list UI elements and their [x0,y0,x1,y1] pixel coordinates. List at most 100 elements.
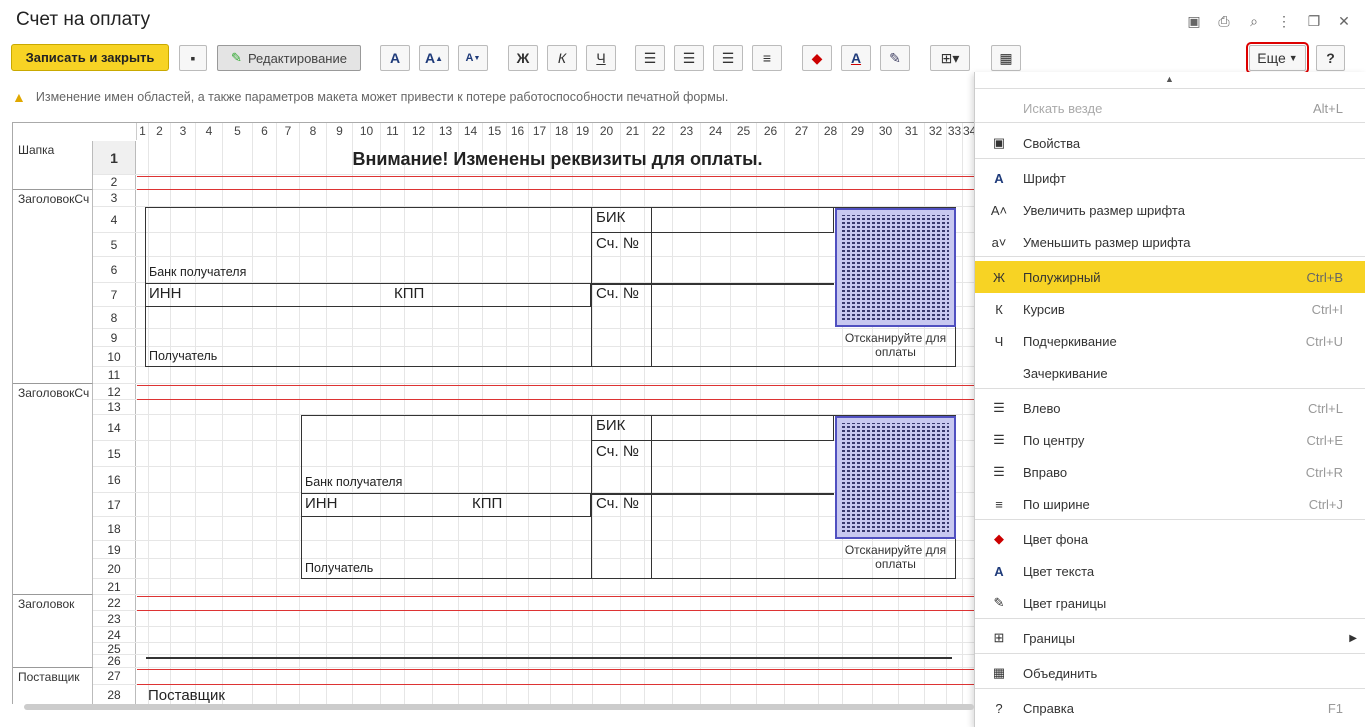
area-label: Заголовок [13,595,93,668]
align-right-icon: ☰ [993,464,1005,479]
inn-row [301,493,591,517]
menu-item-label: По центру [1023,432,1085,448]
bik-row [591,415,834,441]
italic-button[interactable]: К [547,45,577,71]
merge-icon: ▦ [992,665,1006,680]
align-center-icon: ☰ [993,432,1005,447]
menu-item[interactable]: К Курсив Ctrl+I [975,293,1365,325]
merge-button[interactable]: ▦ [991,45,1021,71]
menu-item-label: Курсив [1023,301,1065,317]
align-right-button[interactable]: ☰ [713,45,743,71]
save-window-icon[interactable]: ▣ [1185,12,1203,30]
column-header: 15 [483,123,507,140]
underline-icon: Ч [994,333,1004,349]
more-vertical-icon[interactable]: ⋮ [1275,12,1293,30]
column-header: 13 [433,123,459,140]
menu-item[interactable]: Зачеркивание [975,357,1365,389]
row-header: 16 [93,467,136,493]
row-header: 5 [93,233,136,257]
menu-item[interactable]: A Цвет текста [975,555,1365,587]
qr-code [835,208,956,327]
column-header: 16 [507,123,529,140]
help-button[interactable]: ? [1316,45,1345,71]
background-color-button[interactable]: ◆ [802,45,832,71]
menu-item-label: Подчеркивание [1023,333,1117,349]
row-header: 14 [93,415,136,441]
column-header: 12 [405,123,433,140]
save-button[interactable]: ▪ [179,45,207,71]
menu-item[interactable]: Ж Полужирный Ctrl+B [975,261,1365,293]
row-header: 2 [93,175,136,190]
bold-button[interactable]: Ж [508,45,538,71]
grid-line [13,383,974,384]
align-justify-button[interactable]: ≡ [752,45,782,71]
chevron-right-icon: ▶ [1349,632,1357,644]
scroll-up-icon[interactable]: ▲ [1165,74,1174,84]
menu-item[interactable]: ▦ Объединить [975,657,1365,689]
menu-item[interactable]: Ч Подчеркивание Ctrl+U [975,325,1365,357]
border-color-button[interactable]: ✎ [880,45,910,71]
menu-item[interactable]: ⊞ Границы ▶ [975,622,1365,654]
column-header: 25 [731,123,757,140]
borders-icon: ⊞ [993,630,1005,645]
preview-icon[interactable]: ⌕ [1245,12,1263,30]
menu-item-label: Границы [1023,630,1075,646]
borders-button[interactable]: ⊞▾ [930,45,970,71]
help-icon: ? [995,700,1003,716]
align-left-icon: ☰ [993,400,1005,415]
menu-item[interactable]: ▣ Свойства [975,127,1365,159]
menu-item[interactable]: Искать везде Alt+L [975,92,1365,124]
font-increase-icon: A˄ [990,202,1008,218]
row-header: 19 [93,541,136,559]
align-center-button[interactable]: ☰ [674,45,704,71]
close-icon[interactable]: ✕ [1335,12,1353,30]
font-icon: A [994,170,1004,186]
column-header: 24 [701,123,731,140]
menu-item[interactable]: A˄ Увеличить размер шрифта [975,194,1365,226]
recipient-label: Получатель [305,561,374,575]
font-decrease-button[interactable]: A ▼ [458,45,488,71]
section-divider [137,684,974,685]
account-label: Сч. № [596,235,639,252]
column-header: 17 [529,123,551,140]
menu-item[interactable]: ☰ Вправо Ctrl+R [975,456,1365,488]
menu-item[interactable]: A Шрифт [975,162,1365,194]
menu-item[interactable]: ☰ Влево Ctrl+L [975,392,1365,424]
menu-item[interactable]: ◆ Цвет фона [975,523,1365,555]
column-header: 11 [381,123,405,140]
column-header: 34 [963,123,974,140]
text-color-button[interactable]: A [841,45,871,71]
edit-mode-button[interactable]: ✎ Редактирование [217,45,361,71]
menu-item-label: Уменьшить размер шрифта [1023,234,1191,250]
supplier-label: Поставщик [148,687,225,704]
maximize-icon[interactable]: ❐ [1305,12,1323,30]
more-button[interactable]: Еще ▼ [1246,42,1309,74]
menu-item[interactable]: ☰ По центру Ctrl+E [975,424,1365,456]
row-header: 15 [93,441,136,467]
menu-item-label: По ширине [1023,496,1090,512]
warning-icon: ▲ [12,89,26,105]
print-icon[interactable]: ⎙ [1215,12,1233,30]
font-button[interactable]: A [380,45,410,71]
menu-item-shortcut: Ctrl+J [1308,496,1343,512]
spreadsheet[interactable]: 1 2 3 4 5 6 7 8 9 10 11 12 13 14 15 16 17 18 19 20 21 22 23 24 2… [12,122,974,704]
menu-item[interactable]: ≡ По ширине Ctrl+J [975,488,1365,520]
horizontal-scrollbar[interactable] [24,704,974,710]
menu-item-shortcut: Ctrl+E [1306,432,1343,448]
edit-icon: ✎ [231,50,242,65]
menu-item[interactable]: ? Справка F1 [975,692,1365,724]
column-header: 27 [785,123,819,140]
menu-item-shortcut: Ctrl+L [1307,400,1343,416]
save-and-close-button[interactable]: Записать и закрыть [11,44,169,71]
font-increase-button[interactable]: A ▲ [419,45,449,71]
menu-item[interactable]: a˅ Уменьшить размер шрифта [975,226,1365,258]
menu-item[interactable]: ✎ Цвет границы [975,587,1365,619]
row-header: 1 [93,141,136,175]
underline-button[interactable]: Ч [586,45,616,71]
scan-label: Отсканируйте для оплаты [844,543,947,571]
row-header: 6 [93,257,136,283]
align-left-button[interactable]: ☰ [635,45,665,71]
menu-item-label: Цвет границы [1023,595,1107,611]
menu-item-label: Увеличить размер шрифта [1023,202,1185,218]
inn-label: ИНН [149,285,182,302]
